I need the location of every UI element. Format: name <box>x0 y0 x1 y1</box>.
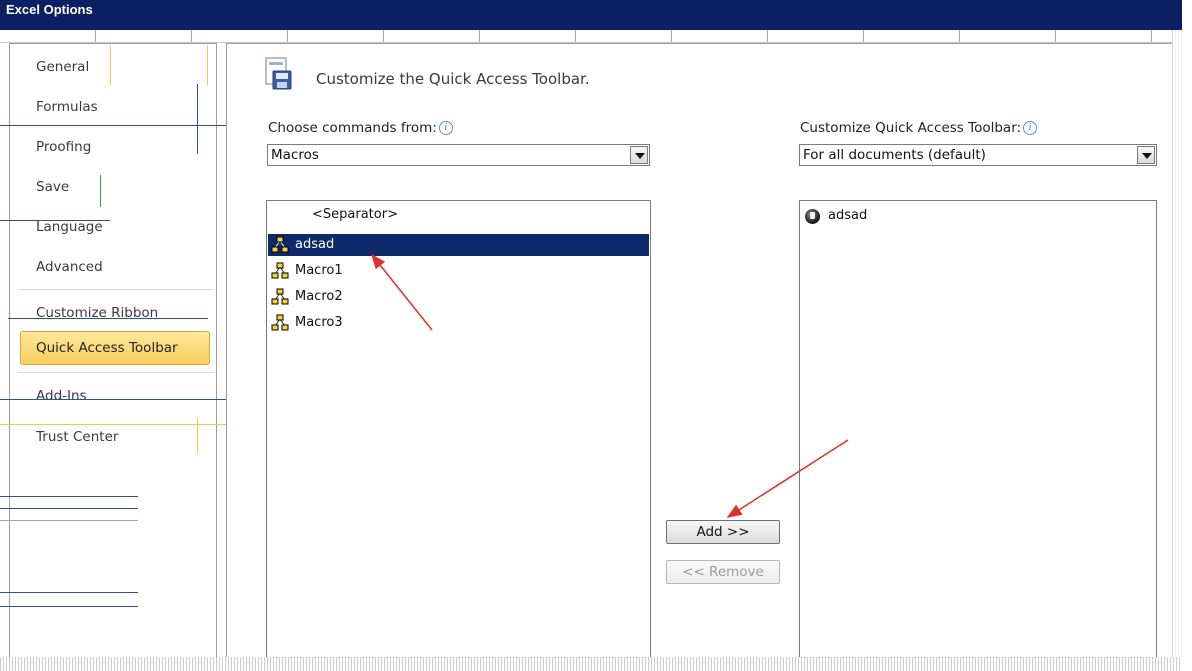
artifact-line <box>207 45 208 85</box>
choose-commands-label: Choose commands from: i <box>268 120 453 136</box>
nav-item-quick-access-toolbar[interactable]: Quick Access Toolbar <box>20 331 210 365</box>
list-item-label: adsad <box>295 237 335 252</box>
title-bar: Excel Options <box>0 0 1182 30</box>
customize-toolbar-value: For all documents (default) <box>803 147 986 163</box>
toolbar-listbox[interactable]: adsad <box>799 200 1157 658</box>
macro-icon <box>271 236 289 253</box>
artifact-line <box>0 220 110 221</box>
list-item-macro[interactable]: adsad <box>268 234 649 256</box>
info-icon[interactable]: i <box>438 121 453 135</box>
nav-item-general[interactable]: General <box>20 50 210 84</box>
customize-toolbar-text: Customize Quick Access Toolbar: <box>800 120 1022 136</box>
nav-item-advanced[interactable]: Advanced <box>20 250 210 284</box>
customize-toolbar-dropdown[interactable]: For all documents (default) <box>799 144 1157 166</box>
nav-item-label: Proofing <box>36 139 92 155</box>
torn-edge <box>0 657 1182 671</box>
macro-button-icon <box>805 209 820 224</box>
nav-item-add-ins[interactable]: Add-Ins <box>20 379 210 413</box>
choose-commands-value: Macros <box>271 147 319 163</box>
choose-commands-dropdown[interactable]: Macros <box>267 144 650 166</box>
macro-icon <box>271 314 289 331</box>
options-nav: General Formulas Proofing Save Language … <box>9 43 217 663</box>
artifact-line <box>0 508 138 509</box>
artifact-line <box>0 606 138 607</box>
artifact-line <box>0 520 138 521</box>
ruler-strip <box>0 30 1172 43</box>
nav-item-language[interactable]: Language <box>20 210 210 244</box>
artifact-line <box>110 45 111 85</box>
add-button[interactable]: Add >> <box>666 520 780 544</box>
artifact-line <box>197 418 198 453</box>
nav-item-label: Language <box>36 219 103 235</box>
artifact-line <box>0 496 138 497</box>
artifact-line <box>0 399 226 400</box>
nav-separator <box>18 372 214 373</box>
list-item-separator[interactable]: <Separator> <box>268 204 649 226</box>
chevron-down-icon[interactable] <box>630 146 648 164</box>
macro-icon <box>271 262 289 279</box>
nav-item-proofing[interactable]: Proofing <box>20 130 210 164</box>
list-item-macro[interactable]: Macro1 <box>268 260 649 282</box>
nav-item-customize-ribbon[interactable]: Customize Ribbon <box>20 296 210 330</box>
nav-separator <box>18 289 214 290</box>
nav-item-label: General <box>36 59 90 75</box>
page-title: Customize the Quick Access Toolbar. <box>316 70 590 88</box>
artifact-line <box>8 318 208 319</box>
remove-button[interactable]: << Remove <box>666 560 780 584</box>
choose-commands-text: Choose commands from: <box>268 120 437 136</box>
artifact-line <box>197 84 198 154</box>
chevron-down-icon[interactable] <box>1137 146 1155 164</box>
macro-icon <box>271 288 289 305</box>
info-icon[interactable]: i <box>1023 121 1038 135</box>
artifact-line <box>0 424 226 425</box>
nav-item-formulas[interactable]: Formulas <box>20 90 210 124</box>
nav-item-label: Formulas <box>36 99 98 115</box>
list-item-macro[interactable]: Macro2 <box>268 286 649 308</box>
customize-toolbar-label: Customize Quick Access Toolbar: i <box>800 120 1038 136</box>
window-title: Excel Options <box>6 2 93 17</box>
torn-edge <box>1172 30 1184 663</box>
nav-item-label: Quick Access Toolbar <box>36 340 178 356</box>
quick-access-toolbar-icon <box>265 57 292 90</box>
commands-listbox[interactable]: <Separator> adsad Macro1 Macro2 Macro3 <box>266 200 651 658</box>
nav-item-label: Advanced <box>36 259 103 275</box>
nav-item-label: Trust Center <box>36 429 119 445</box>
list-item-label: <Separator> <box>312 207 398 222</box>
list-item-label: adsad <box>828 208 868 223</box>
list-item-toolbar-command[interactable]: adsad <box>801 205 1155 227</box>
artifact-line <box>100 175 101 207</box>
nav-item-label: Save <box>36 179 70 195</box>
artifact-line <box>0 592 138 593</box>
list-item-label: Macro2 <box>295 289 343 304</box>
list-item-label: Macro1 <box>295 263 343 278</box>
list-item-label: Macro3 <box>295 315 343 330</box>
list-item-macro[interactable]: Macro3 <box>268 312 649 334</box>
nav-item-label: Add-Ins <box>36 388 87 404</box>
nav-item-trust-center[interactable]: Trust Center <box>20 420 210 454</box>
artifact-line <box>0 125 226 126</box>
nav-item-save[interactable]: Save <box>20 170 210 204</box>
